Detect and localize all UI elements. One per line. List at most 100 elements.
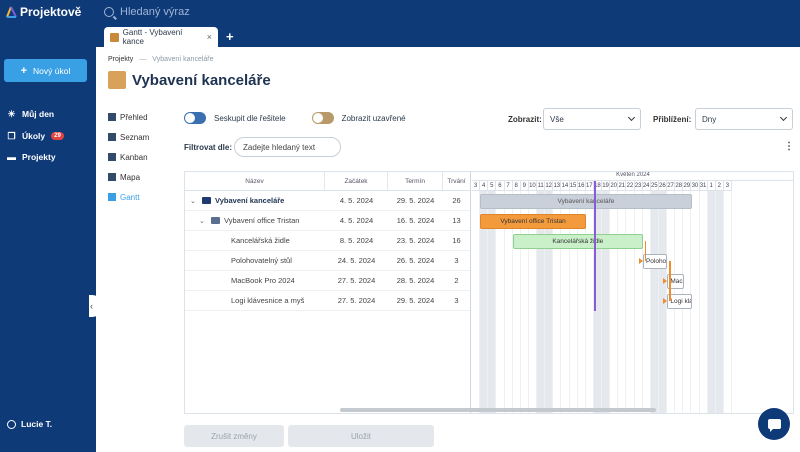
table-row[interactable]: ⌄ Vybavení office Tristan 4. 5. 2024 16. … <box>185 211 470 231</box>
table-row[interactable]: ⌄ Vybavení kanceláře 4. 5. 2024 29. 5. 20… <box>185 191 470 211</box>
task-end: 28. 5. 2024 <box>396 276 435 285</box>
breadcrumb-separator: — <box>139 56 147 63</box>
horizontal-scrollbar[interactable] <box>340 408 656 412</box>
sidebar-item-projects[interactable]: ▬ Projekty <box>7 152 56 162</box>
day-label: 15 <box>569 181 578 190</box>
dependency-line <box>644 240 647 261</box>
chat-icon <box>767 419 781 432</box>
page-title: Vybavení kanceláře <box>132 71 271 89</box>
sidebar-item-label: Můj den <box>22 109 55 119</box>
filter-input[interactable]: Zadejte hledaný text <box>234 137 341 157</box>
day-column <box>635 191 643 413</box>
user-menu[interactable]: Lucie T. <box>7 419 52 429</box>
day-label: 17 <box>585 181 594 190</box>
view-gantt[interactable]: Gantt <box>108 187 149 207</box>
gantt-bar[interactable]: Vybavení office Tristan <box>480 213 586 229</box>
tab-label: Gantt - Vybavení kance <box>122 28 183 46</box>
task-duration: 26 <box>452 196 461 205</box>
sun-icon: ☀ <box>7 108 16 119</box>
table-row[interactable]: Polohovatelný stůl 24. 5. 2024 26. 5. 20… <box>185 251 470 271</box>
table-row[interactable]: Kancelářská židle 8. 5. 2024 23. 5. 2024… <box>185 231 470 251</box>
zoom-select[interactable]: Dny <box>695 108 793 130</box>
view-label: Seznam <box>120 132 150 142</box>
task-duration: 3 <box>454 256 459 265</box>
day-label: 3 <box>472 181 481 190</box>
view-overview[interactable]: Přehled <box>108 107 149 127</box>
day-label: 12 <box>545 181 554 190</box>
save-button[interactable]: Uložit <box>288 425 434 447</box>
logo-icon <box>6 6 17 18</box>
gantt-bar[interactable]: Kancelářská židle <box>512 233 643 249</box>
dependency-line <box>669 260 671 301</box>
header-start[interactable]: Začátek <box>325 172 388 190</box>
show-closed-toggle[interactable] <box>311 112 334 124</box>
day-label: 30 <box>691 181 700 190</box>
display-select[interactable]: Vše <box>543 108 641 130</box>
table-row[interactable]: MacBook Pro 2024 27. 5. 2024 28. 5. 2024… <box>185 271 470 291</box>
project-icon <box>110 32 119 42</box>
chevron-left-icon: ‹ <box>90 301 93 311</box>
gantt-bar[interactable]: Logi kláve <box>667 293 692 309</box>
search-icon <box>104 7 114 17</box>
kanban-icon <box>108 153 116 161</box>
search-placeholder[interactable]: Hledaný výraz <box>120 6 190 18</box>
view-map[interactable]: Mapa <box>108 167 149 187</box>
dependency-arrow <box>663 297 668 304</box>
global-search[interactable]: Hledaný výraz <box>104 6 190 18</box>
breadcrumb-root[interactable]: Projekty <box>108 56 133 63</box>
cancel-changes-button[interactable]: Zrušit změny <box>184 425 284 447</box>
task-start: 8. 5. 2024 <box>339 236 374 245</box>
sidebar-item-my-day[interactable]: ☀ Můj den <box>7 109 54 119</box>
day-column <box>602 191 611 413</box>
tab-gantt[interactable]: Gantt - Vybavení kance × <box>104 27 218 47</box>
view-label: Gantt <box>120 192 140 202</box>
day-label: 4 <box>480 181 489 190</box>
day-label: 26 <box>659 181 667 190</box>
sidebar-item-label: Projekty <box>22 152 56 162</box>
chevron-down-icon[interactable]: ⌄ <box>190 197 198 205</box>
day-label: 7 <box>505 181 513 190</box>
folder-icon: ▬ <box>7 151 16 162</box>
dependency-arrow <box>638 257 643 264</box>
day-label: 21 <box>618 181 627 190</box>
task-duration: 3 <box>454 296 459 305</box>
table-row[interactable]: Logi klávesnice a myš 27. 5. 2024 29. 5.… <box>185 291 470 311</box>
task-duration: 2 <box>454 276 459 285</box>
group-by-toggle[interactable] <box>184 112 206 124</box>
zoom-value: Dny <box>702 114 717 124</box>
view-list[interactable]: Seznam <box>108 127 149 147</box>
day-label: 8 <box>513 181 521 190</box>
chat-button[interactable] <box>758 408 790 440</box>
task-table: Název Začátek Termín Trvání ⌄ Vybavení ka… <box>185 172 471 413</box>
sidebar-item-tasks[interactable]: ❐ Úkoly 29 <box>7 131 64 141</box>
zoom-label: Přiblížení: <box>653 115 692 124</box>
table-header: Název Začátek Termín Trvání <box>185 172 470 191</box>
close-icon[interactable]: × <box>207 32 212 42</box>
header-name[interactable]: Název <box>185 172 325 190</box>
day-column <box>472 191 481 413</box>
gantt-bar[interactable]: Polohovatel <box>642 253 668 269</box>
header-duration[interactable]: Trvání <box>443 172 470 190</box>
day-column <box>691 191 700 413</box>
new-task-label: Nový úkol <box>33 65 71 76</box>
plus-icon: + <box>20 64 28 77</box>
task-name: Logi klávesnice a myš <box>231 296 305 305</box>
day-label: 20 <box>610 181 619 190</box>
day-label: 25 <box>650 181 659 190</box>
day-label: 23 <box>634 181 643 190</box>
add-tab-button[interactable]: + <box>226 27 234 47</box>
more-options-icon[interactable]: ⋮ <box>784 141 794 152</box>
new-task-button[interactable]: + Nový úkol <box>4 59 87 82</box>
tasks-icon: ❐ <box>7 130 16 141</box>
view-label: Přehled <box>120 112 148 122</box>
header-end[interactable]: Termín <box>388 172 443 190</box>
day-label: 29 <box>683 181 692 190</box>
view-label: Mapa <box>120 172 141 182</box>
day-label: 28 <box>675 181 684 190</box>
day-column <box>650 191 659 413</box>
app-logo[interactable]: Projektově <box>6 5 81 19</box>
chevron-down-icon[interactable]: ⌄ <box>199 217 207 225</box>
gantt-bar[interactable]: Vybavení kanceláře <box>480 193 692 209</box>
gantt-icon <box>108 193 116 201</box>
view-kanban[interactable]: Kanban <box>108 147 149 167</box>
